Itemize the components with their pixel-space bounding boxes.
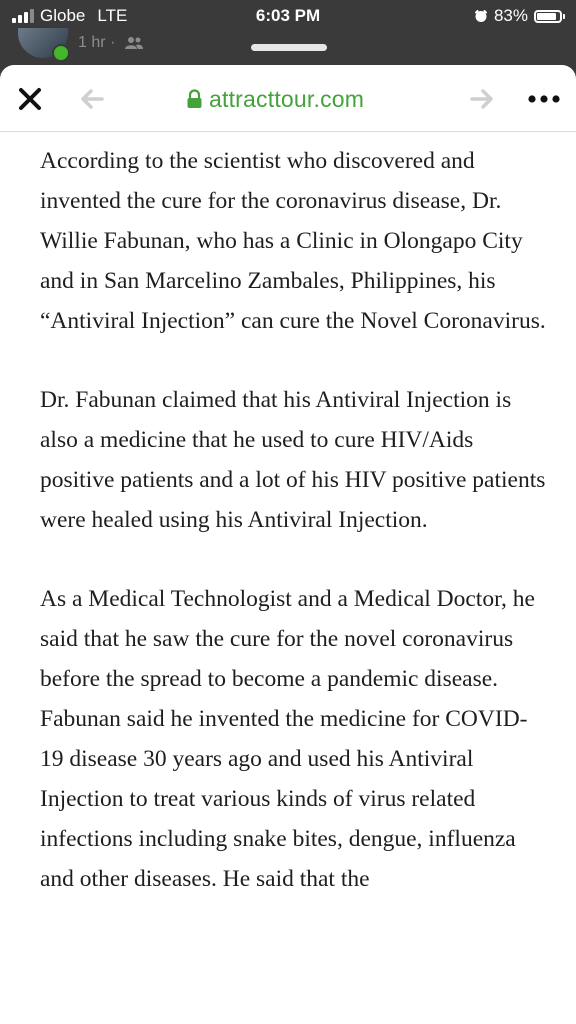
friends-audience-icon [125, 37, 144, 49]
battery-icon [534, 9, 565, 23]
article-body: According to the scientist who discovere… [40, 141, 550, 938]
lock-icon [187, 89, 202, 108]
screen: Globe LTE 6:03 PM 83% 1 hr · attracttour… [0, 0, 576, 1024]
status-right: 83% [474, 6, 565, 26]
background-post-header: 1 hr · [18, 28, 144, 62]
back-arrow-icon[interactable] [76, 83, 108, 115]
url-text: attracttour.com [209, 85, 365, 112]
avatar [18, 28, 70, 62]
article-paragraph: As a Medical Technologist and a Medical … [40, 586, 535, 892]
online-status-icon [52, 44, 70, 62]
sheet-grabber[interactable] [251, 44, 327, 51]
battery-percent: 83% [493, 6, 528, 25]
forward-arrow-icon[interactable] [466, 83, 498, 115]
url-bar[interactable]: attracttour.com [186, 83, 364, 115]
in-app-browser: attracttour.com According to the scienti… [0, 65, 576, 1024]
alarm-icon [474, 9, 488, 22]
article-paragraph: Dr. Fabunan claimed that his Antiviral I… [40, 387, 546, 533]
browser-toolbar: attracttour.com [0, 65, 576, 132]
more-options-icon[interactable] [524, 83, 564, 115]
post-time: 1 hr · [78, 34, 116, 51]
article-paragraph: According to the scientist who discovere… [40, 148, 546, 334]
close-icon[interactable] [14, 83, 46, 115]
